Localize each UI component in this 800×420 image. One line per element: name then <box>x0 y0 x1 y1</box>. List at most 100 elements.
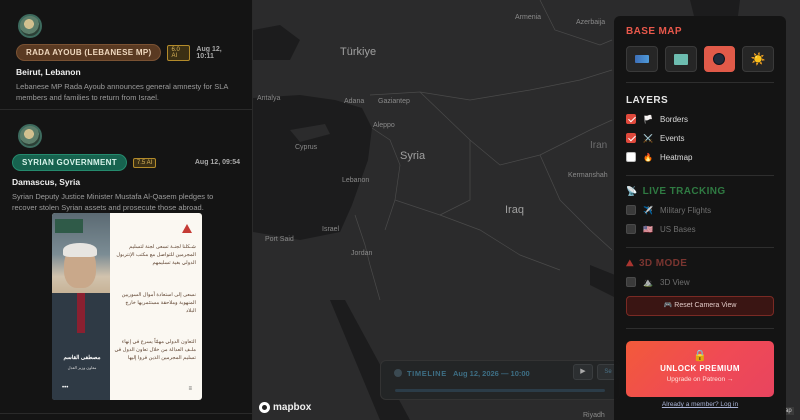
flag-icon: 🏳️ <box>643 114 653 124</box>
location: Beirut, Lebanon <box>16 67 81 77</box>
layer-borders[interactable]: 🏳️ Borders <box>626 113 774 125</box>
mapbox-icon <box>259 402 270 413</box>
unlock-premium-button[interactable]: 🔒 UNLOCK PREMIUM Upgrade on Patreon → <box>626 341 774 397</box>
label-kermanshah: Kermanshah <box>568 172 608 179</box>
3d-view-toggle[interactable]: ⛰️ 3D View <box>626 276 774 288</box>
premium-title: UNLOCK PREMIUM <box>660 364 740 373</box>
divider <box>626 175 774 176</box>
airplane-icon: ✈️ <box>643 205 653 215</box>
satellite-dish-icon: 📡 <box>626 186 638 196</box>
label-iraq: Iraq <box>505 204 524 216</box>
checkbox[interactable] <box>626 152 636 162</box>
post-paragraph: التعاون الدولي مهمّاً يسرع في إنهاء ملـف… <box>114 339 196 362</box>
basemap-dark-button[interactable] <box>703 46 736 72</box>
mountain-small-icon: ⛰️ <box>643 277 653 287</box>
layer-events[interactable]: ⚔️ Events <box>626 132 774 144</box>
layers-title: LAYERS <box>626 95 669 106</box>
basemap-satellite-button[interactable] <box>626 46 658 72</box>
premium-subtitle: Upgrade on Patreon → <box>666 376 734 383</box>
checkbox[interactable] <box>626 277 636 287</box>
summary: Syrian Deputy Justice Minister Mustafa A… <box>12 192 214 212</box>
layer-heatmap[interactable]: 🔥 Heatmap <box>626 151 774 163</box>
base-map-title: BASE MAP <box>626 26 682 37</box>
timeline-icon <box>394 369 402 377</box>
label-aleppo: Aleppo <box>373 122 395 129</box>
base-map-options: ☀️ <box>626 46 774 72</box>
timestamp: Aug 12, 09:54 <box>194 159 240 166</box>
timeline-label: TIMELINE <box>407 369 447 378</box>
source-badge: RADA AYOUB (LEBANESE MP) <box>16 44 162 61</box>
feed-item[interactable]: RADA AYOUB (LEBANESE MP) 6.0 AI Aug 12, … <box>0 0 252 110</box>
live-tracking-title: 📡 LIVE TRACKING <box>626 186 774 197</box>
timeline-slider[interactable] <box>395 389 605 392</box>
map-icon <box>673 53 688 65</box>
checkbox[interactable] <box>626 133 636 143</box>
live-tracking-label: LIVE TRACKING <box>642 186 726 197</box>
satellite-icon <box>634 55 649 63</box>
source-avatar <box>18 14 42 38</box>
ai-score-badge: 6.0 AI <box>167 44 191 61</box>
summary: Lebanese MP Rada Ayoub announces general… <box>16 82 228 102</box>
fire-icon: 🔥 <box>643 152 653 162</box>
source-badge: SYRIAN GOVERNMENT <box>12 154 127 171</box>
us-flag-icon: 🇺🇸 <box>643 224 653 234</box>
lock-icon: 🔒 <box>693 350 707 362</box>
source-avatar <box>18 124 42 148</box>
basemap-light-button[interactable]: ☀️ <box>742 46 774 72</box>
layer-label: Heatmap <box>660 152 693 162</box>
sun-icon: ☀️ <box>750 52 766 66</box>
label-adana: Adana <box>344 98 365 105</box>
live-label: US Bases <box>660 224 696 234</box>
attached-post-image[interactable]: مصطفى القاسم معاون وزير العدل ••• شـكلنا… <box>52 213 202 400</box>
app-root: Türkiye Syria Iraq Lebanon Israel Jordan… <box>0 0 800 420</box>
label-azerbaijan: Azerbaija <box>576 19 606 26</box>
label-syria: Syria <box>400 150 426 162</box>
label-jordan: Jordan <box>351 250 373 257</box>
post-paragraph: نسعى إلى استعادة أموال السوريين المنهوبة… <box>121 292 196 315</box>
dark-globe-icon <box>713 53 726 65</box>
timeline-bar: TIMELINE Aug 12, 2026 — 10:00 ▶ Se <box>380 360 620 400</box>
post-person-name: مصطفى القاسم <box>63 355 101 361</box>
portrait-photo <box>52 213 110 400</box>
label-gaziantep: Gaziantep <box>378 98 410 105</box>
mapbox-logo[interactable]: mapbox <box>259 402 311 413</box>
logo-tag <box>55 219 83 233</box>
live-us-bases[interactable]: 🇺🇸 US Bases <box>626 223 774 235</box>
feed-item[interactable] <box>0 414 252 420</box>
location: Damascus, Syria <box>12 177 81 187</box>
layer-label: Borders <box>660 114 689 124</box>
swords-icon: ⚔️ <box>643 133 653 143</box>
basemap-streets-button[interactable] <box>664 46 697 72</box>
layer-label: Events <box>660 133 685 143</box>
divider <box>626 247 774 248</box>
menu-icon: ≡ <box>188 386 192 392</box>
divider <box>626 82 774 83</box>
play-button[interactable]: ▶ <box>573 364 593 380</box>
live-military-flights[interactable]: ✈️ Military Flights <box>626 204 774 216</box>
mapbox-wordmark: mapbox <box>273 402 312 413</box>
divider <box>626 328 774 329</box>
warning-icon <box>182 224 192 233</box>
post-person-role: معاون وزير العدل <box>67 365 97 370</box>
timestamp: Aug 12, 10:11 <box>196 45 222 60</box>
label-antalya: Antalya <box>257 95 281 102</box>
checkbox[interactable] <box>626 205 636 215</box>
label-lebanon: Lebanon <box>342 177 370 184</box>
checkbox[interactable] <box>626 224 636 234</box>
3d-view-label: 3D View <box>660 277 690 287</box>
mountain-icon: ⛰ <box>626 258 634 268</box>
timeline-date: Aug 12, 2026 — 10:00 <box>453 369 530 378</box>
reset-camera-button[interactable]: 🎮 Reset Camera View <box>626 296 774 316</box>
control-panel: BASE MAP ☀️ LAYERS 🏳️ Borders ⚔️ Events … <box>614 16 786 420</box>
3d-mode-label: 3D MODE <box>638 258 688 269</box>
news-feed: RADA AYOUB (LEBANESE MP) 6.0 AI Aug 12, … <box>0 0 253 420</box>
3d-mode-title: ⛰ 3D MODE <box>626 258 774 269</box>
checkbox[interactable] <box>626 114 636 124</box>
label-armenia: Armenia <box>515 14 542 21</box>
login-link[interactable]: Already a member? Log in <box>626 401 774 408</box>
ai-score-badge: 7.5 AI <box>132 157 157 168</box>
label-cyprus: Cyprus <box>295 144 318 151</box>
label-turkey: Türkiye <box>340 46 377 58</box>
label-israel: Israel <box>322 226 340 233</box>
label-portsaid: Port Said <box>265 236 294 243</box>
